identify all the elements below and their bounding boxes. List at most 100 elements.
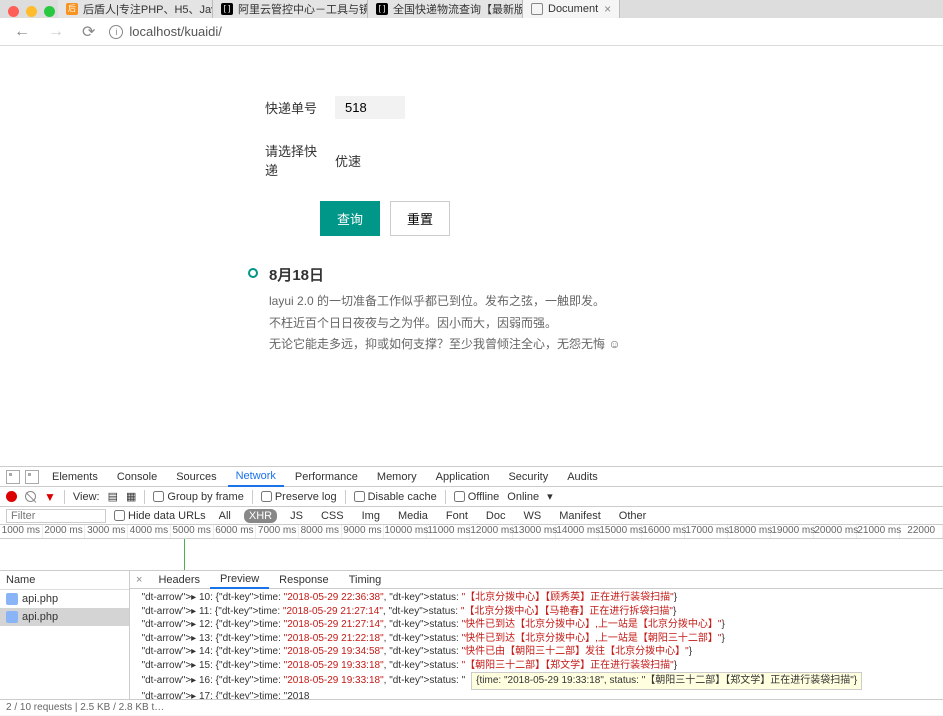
timeline-tick: 4000 ms [128, 525, 171, 538]
timeline-tick: 6000 ms [214, 525, 257, 538]
device-toolbar-icon[interactable] [25, 470, 39, 484]
site-info-icon[interactable]: i [109, 25, 123, 39]
timeline-tick: 5000 ms [171, 525, 214, 538]
preserve-log-checkbox[interactable]: Preserve log [261, 491, 337, 503]
detail-tab-response[interactable]: Response [269, 572, 339, 588]
hide-data-urls-checkbox[interactable]: Hide data URLs [114, 510, 206, 522]
mac-window-controls [8, 6, 55, 17]
forward-button[interactable]: → [44, 23, 68, 41]
dt-tab-performance[interactable]: Performance [287, 468, 366, 486]
timeline-marker [184, 539, 185, 570]
timeline-tick: 14000 ms [556, 525, 599, 538]
tab-label: 阿里云管控中心－工具与镜像 [238, 1, 368, 17]
network-timeline-header: 1000 ms2000 ms3000 ms4000 ms5000 ms6000 … [0, 525, 943, 539]
preview-line[interactable]: "dt-arrow">▸ 17: {"dt-key">time: "2018 [136, 690, 937, 700]
carrier-select[interactable]: 优速 [335, 151, 361, 170]
timeline-body: layui 2.0 的一切准备工作似乎都已到位。发布之弦，一触即发。 不枉近百个… [269, 291, 943, 356]
view-label: View: [73, 491, 100, 503]
timeline-tick: 15000 ms [599, 525, 642, 538]
back-button[interactable]: ← [10, 23, 34, 41]
filter-type-xhr[interactable]: XHR [244, 509, 277, 523]
timeline-tick: 21000 ms [857, 525, 900, 538]
timeline-tick: 7000 ms [256, 525, 299, 538]
detail-tab-preview[interactable]: Preview [210, 571, 269, 589]
tracking-input[interactable] [335, 96, 405, 119]
filter-type-manifest[interactable]: Manifest [554, 509, 606, 523]
dt-tab-security[interactable]: Security [500, 468, 556, 486]
clear-button[interactable] [25, 491, 36, 502]
request-row[interactable]: api.php [0, 608, 129, 626]
request-row[interactable]: api.php [0, 590, 129, 608]
filter-type-other[interactable]: Other [614, 509, 652, 523]
browser-tab-1[interactable]: [ ] 阿里云管控中心－工具与镜像 × [213, 0, 368, 18]
preview-line[interactable]: "dt-arrow">▸ 12: {"dt-key">time: "2018-0… [136, 618, 937, 632]
inspect-element-icon[interactable] [6, 470, 20, 484]
dt-tab-application[interactable]: Application [428, 468, 498, 486]
request-detail: × Headers Preview Response Timing "dt-ar… [130, 571, 943, 699]
tab-close-icon[interactable]: × [604, 2, 611, 16]
name-column-header[interactable]: Name [0, 571, 129, 590]
minimize-window-button[interactable] [26, 6, 37, 17]
close-window-button[interactable] [8, 6, 19, 17]
record-button[interactable] [6, 491, 17, 502]
dt-tab-memory[interactable]: Memory [369, 468, 425, 486]
timeline-tick: 3000 ms [85, 525, 128, 538]
detail-tab-timing[interactable]: Timing [339, 572, 392, 588]
filter-input[interactable] [6, 509, 106, 523]
tab-label: 后盾人|专注PHP、H5、JavaS… [83, 1, 213, 17]
filter-type-css[interactable]: CSS [316, 509, 349, 523]
filter-type-img[interactable]: Img [357, 509, 385, 523]
browser-tab-3[interactable]: Document × [523, 0, 620, 18]
maximize-window-button[interactable] [44, 6, 55, 17]
dropdown-icon[interactable]: ▾ [547, 490, 553, 503]
file-icon [6, 593, 18, 605]
query-button[interactable]: 查询 [320, 201, 380, 236]
favicon-aliyun: [ ] [376, 3, 388, 15]
filter-type-ws[interactable]: WS [518, 509, 546, 523]
network-toolbar: ▼ View: ▤ ▦ Group by frame Preserve log … [0, 487, 943, 507]
dt-tab-console[interactable]: Console [109, 468, 165, 486]
devtools-header: Elements Console Sources Network Perform… [0, 467, 943, 487]
browser-tab-0[interactable]: 后 后盾人|专注PHP、H5、JavaS… × [58, 0, 213, 18]
preview-line[interactable]: "dt-arrow">▸ 16: {"dt-key">time: "2018-0… [136, 672, 937, 690]
preview-pane[interactable]: "dt-arrow">▸ 10: {"dt-key">time: "2018-0… [130, 589, 943, 699]
browser-tab-2[interactable]: [ ] 全国快递物流查询【最新版】… × [368, 0, 523, 18]
timeline-line: 无论它能走多远，抑或如何支撑？至少我曾倾注全心，无怨无悔 ☺ [269, 334, 943, 356]
url-box[interactable]: i localhost/kuaidi/ [109, 24, 933, 39]
throttling-select[interactable]: Online [507, 491, 539, 503]
preview-line[interactable]: "dt-arrow">▸ 15: {"dt-key">time: "2018-0… [136, 659, 937, 673]
preview-line[interactable]: "dt-arrow">▸ 13: {"dt-key">time: "2018-0… [136, 632, 937, 646]
reset-button[interactable]: 重置 [390, 201, 450, 236]
close-detail-icon[interactable]: × [130, 574, 148, 586]
filter-type-media[interactable]: Media [393, 509, 433, 523]
network-timeline-body[interactable] [0, 539, 943, 571]
preview-line[interactable]: "dt-arrow">▸ 10: {"dt-key">time: "2018-0… [136, 591, 937, 605]
filter-type-all[interactable]: All [214, 509, 236, 523]
favicon-document [531, 3, 543, 15]
timeline-tick: 20000 ms [814, 525, 857, 538]
group-by-frame-checkbox[interactable]: Group by frame [153, 491, 243, 503]
reload-button[interactable]: ⟳ [78, 22, 99, 42]
large-rows-icon[interactable]: ▤ [108, 490, 118, 503]
filter-icon[interactable]: ▼ [44, 490, 56, 504]
filter-type-font[interactable]: Font [441, 509, 473, 523]
timeline-line: 不枉近百个日日夜夜与之为伴。因小而大，因弱而强。 [269, 313, 943, 335]
timeline-date: 8月18日 [269, 264, 943, 285]
preview-line[interactable]: "dt-arrow">▸ 11: {"dt-key">time: "2018-0… [136, 605, 937, 619]
dt-tab-audits[interactable]: Audits [559, 468, 606, 486]
timeline-item: 8月18日 layui 2.0 的一切准备工作似乎都已到位。发布之弦，一触即发。… [245, 264, 943, 356]
dt-tab-network[interactable]: Network [228, 467, 284, 487]
timeline-tick: 1000 ms [0, 525, 43, 538]
timeline-tick: 18000 ms [728, 525, 771, 538]
dt-tab-elements[interactable]: Elements [44, 468, 106, 486]
filter-type-js[interactable]: JS [285, 509, 308, 523]
detail-tab-headers[interactable]: Headers [148, 572, 210, 588]
filter-type-doc[interactable]: Doc [481, 509, 511, 523]
dt-tab-sources[interactable]: Sources [168, 468, 224, 486]
overview-icon[interactable]: ▦ [126, 490, 136, 503]
tracking-label: 快递单号 [265, 98, 323, 117]
preview-line[interactable]: "dt-arrow">▸ 14: {"dt-key">time: "2018-0… [136, 645, 937, 659]
disable-cache-checkbox[interactable]: Disable cache [354, 491, 437, 503]
file-icon [6, 611, 18, 623]
offline-checkbox[interactable]: Offline [454, 491, 500, 503]
